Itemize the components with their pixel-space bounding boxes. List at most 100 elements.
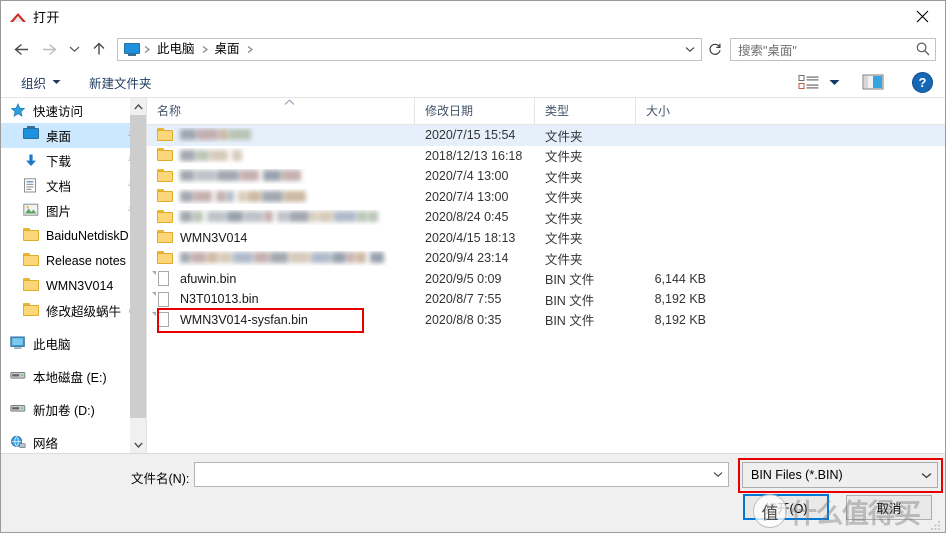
up-button[interactable]	[85, 34, 113, 64]
sidebar-item-4[interactable]: 图片	[1, 198, 146, 223]
breadcrumb-item-1[interactable]: 桌面	[210, 40, 245, 59]
folder-icon	[157, 127, 173, 141]
sidebar-item-11[interactable]: 新加卷 (D:)	[1, 397, 146, 422]
sidebar-item-6[interactable]: Release notes	[1, 248, 146, 273]
preview-pane-icon[interactable]	[862, 73, 886, 91]
filename-label: 文件名(N):	[131, 472, 190, 486]
arrow-up-icon	[93, 42, 105, 55]
sidebar-item-3[interactable]: 文档	[1, 173, 146, 198]
recent-locations-button[interactable]	[63, 34, 85, 64]
sidebar-item-1[interactable]: 桌面	[1, 123, 146, 148]
search-box[interactable]: 搜索"桌面"	[730, 37, 936, 61]
cell-date: 2020/7/4 13:00	[425, 169, 509, 184]
sidebar-item-7[interactable]: WMN3V014	[1, 273, 146, 298]
folder-icon	[157, 148, 173, 163]
cancel-button[interactable]: 取消	[846, 495, 932, 520]
view-options-button[interactable]	[829, 79, 840, 86]
folder-icon	[23, 252, 40, 269]
sidebar-item-label: 桌面	[46, 130, 72, 144]
sidebar-item-label: WMN3V014	[46, 278, 114, 293]
table-row[interactable]: 2020/7/4 13:00 文件夹	[147, 187, 945, 208]
folder-icon	[23, 277, 40, 294]
breadcrumb-separator	[200, 39, 210, 60]
new-folder-button[interactable]: 新建文件夹	[81, 70, 160, 94]
table-row[interactable]: afuwin.bin 2020/9/5 0:09 BIN 文件 6,144 KB	[147, 269, 945, 290]
scroll-up-button[interactable]	[130, 98, 146, 115]
open-file-dialog: 打开 此电脑 桌面 搜索"桌面" 组织 新建文件夹 ? 快速访问 桌面 下载 文…	[0, 0, 946, 533]
file-name: afuwin.bin	[180, 271, 237, 286]
open-button[interactable]: 打开(O)	[743, 494, 829, 520]
organize-button[interactable]: 组织	[13, 70, 69, 94]
folder-icon	[157, 209, 173, 225]
table-row[interactable]: 2018/12/13 16:18 文件夹	[147, 146, 945, 167]
table-row[interactable]: 2020/7/15 15:54 文件夹	[147, 125, 945, 146]
column-header-date[interactable]: 修改日期	[415, 98, 535, 125]
table-row[interactable]: N3T01013.bin 2020/8/7 7:55 BIN 文件 8,192 KB	[147, 289, 945, 310]
cell-date: 2020/8/7 7:55	[425, 292, 502, 307]
file-type-dropdown-button[interactable]	[915, 472, 937, 479]
file-icon	[152, 291, 173, 307]
disk-drive-icon	[10, 369, 27, 385]
scroll-down-button[interactable]	[130, 436, 146, 453]
navigation-pane: 快速访问桌面下载 文档 图片 BaiduNetdiskD Release notes WM…	[1, 98, 146, 453]
cell-type: BIN 文件	[545, 293, 595, 308]
search-input[interactable]: 搜索"桌面"	[738, 40, 915, 59]
breadcrumb: 此电脑 桌面	[122, 39, 681, 60]
sidebar-item-label: 此电脑	[33, 338, 71, 352]
view-list-icon[interactable]	[798, 73, 820, 91]
cell-date: 2020/8/24 0:45	[425, 210, 509, 225]
sidebar-item-9[interactable]: 此电脑	[1, 331, 146, 356]
back-button[interactable]	[7, 34, 35, 64]
sidebar-item-0[interactable]: 快速访问	[1, 98, 146, 123]
scrollbar-thumb[interactable]	[130, 115, 146, 418]
arrow-left-icon	[13, 43, 28, 55]
sidebar-item-10[interactable]: 本地磁盘 (E:)	[1, 364, 146, 389]
forward-button[interactable]	[35, 34, 63, 64]
folder-icon	[157, 168, 173, 184]
filename-field[interactable]	[194, 462, 729, 487]
sidebar-item-5[interactable]: BaiduNetdiskD	[1, 223, 146, 248]
folder-icon	[157, 127, 173, 143]
address-bar[interactable]: 此电脑 桌面	[117, 37, 702, 61]
address-dropdown-button[interactable]	[681, 39, 699, 60]
table-row[interactable]: 2020/8/24 0:45 文件夹	[147, 207, 945, 228]
disk-drive-icon	[10, 371, 26, 379]
breadcrumb-item-0[interactable]: 此电脑	[152, 40, 200, 59]
close-button[interactable]	[899, 1, 945, 31]
table-row[interactable]: WMN3V014-sysfan.bin 2020/8/8 0:35 BIN 文件 8,…	[147, 310, 945, 331]
sidebar-item-2[interactable]: 下载	[1, 148, 146, 173]
sidebar-item-label: 网络	[33, 437, 59, 451]
chevron-down-icon	[713, 472, 723, 478]
resize-grip-icon[interactable]	[930, 518, 942, 530]
sidebar-item-8[interactable]: 修改超级蜗牛（	[1, 298, 146, 323]
column-header-name[interactable]: 名称	[147, 98, 415, 125]
column-header-size[interactable]: 大小	[636, 98, 712, 125]
help-label: ?	[918, 74, 927, 90]
cell-name: WMN3V014	[147, 230, 415, 245]
chevron-down-icon	[69, 46, 79, 53]
cell-type: BIN 文件	[545, 314, 595, 329]
folder-icon	[23, 227, 39, 241]
this-pc-icon[interactable]	[124, 42, 142, 57]
folder-icon	[157, 168, 173, 182]
table-row[interactable]: 2020/7/4 13:00 文件夹	[147, 166, 945, 187]
sidebar-item-label: 快速访问	[33, 105, 84, 119]
file-type-filter[interactable]: BIN Files (*.BIN)	[742, 462, 938, 488]
organize-label: 组织	[21, 76, 47, 91]
pictures-icon	[23, 203, 39, 216]
file-name: WMN3V014	[180, 230, 248, 245]
sidebar-scrollbar[interactable]	[130, 98, 146, 453]
refresh-button[interactable]	[702, 38, 728, 61]
sidebar-item-label: 修改超级蜗牛（	[46, 305, 134, 319]
sidebar-item-12[interactable]: 网络	[1, 430, 146, 453]
table-row[interactable]: WMN3V014 2020/4/15 18:13 文件夹	[147, 228, 945, 249]
table-row[interactable]: 2020/9/4 23:14 文件夹	[147, 248, 945, 269]
toolbar: 组织 新建文件夹 ?	[1, 67, 945, 98]
filename-dropdown-button[interactable]	[708, 471, 728, 478]
help-button[interactable]: ?	[912, 71, 933, 93]
folder-icon	[23, 252, 39, 266]
column-header-type[interactable]: 类型	[535, 98, 636, 125]
